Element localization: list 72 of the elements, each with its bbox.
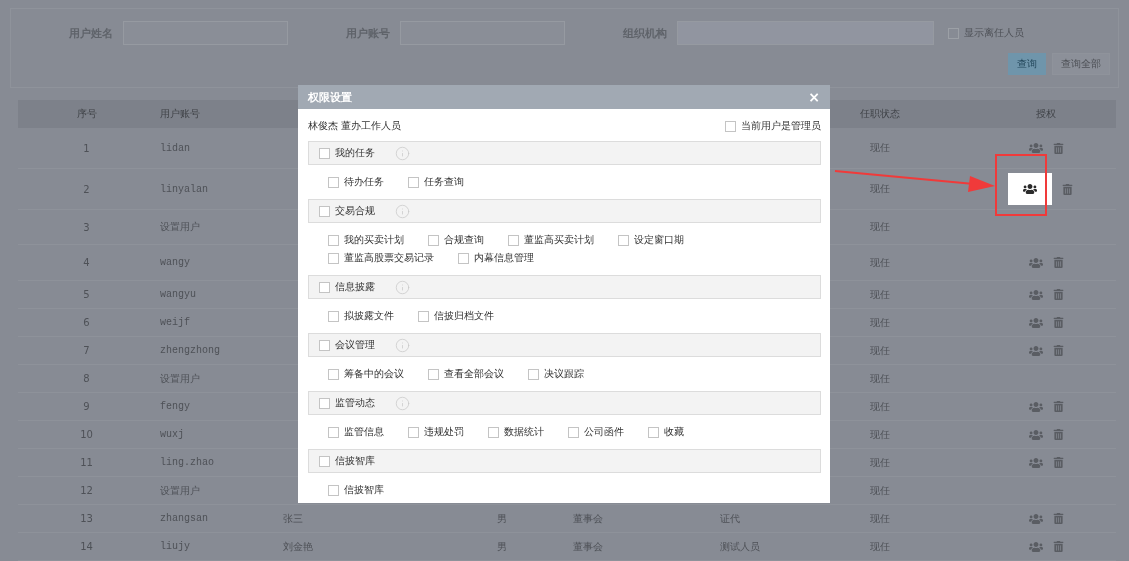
table-cell-text: 6 xyxy=(82,317,91,328)
table-cell-text: zhengzhong xyxy=(159,345,221,356)
table-cell-text: weijf xyxy=(159,317,191,328)
permission-checkbox[interactable]: 信披归档文件 xyxy=(418,309,494,323)
table-cell-text: 11 xyxy=(79,457,94,468)
table-cell-text: ling.zhao xyxy=(159,457,215,468)
table-cell-text: wangy xyxy=(159,257,191,268)
permission-checkbox[interactable]: 任务查询 xyxy=(408,175,464,189)
permission-checkbox[interactable]: 董监高买卖计划 xyxy=(508,233,594,247)
permission-checkbox[interactable]: 我的任务 xyxy=(319,146,375,160)
info-icon[interactable] xyxy=(395,395,410,411)
permission-checkbox[interactable]: 监管动态 xyxy=(319,396,375,410)
trash-icon[interactable] xyxy=(1061,183,1073,195)
table-cell-text: wangyu xyxy=(159,289,197,300)
permission-checkbox[interactable]: 筹备中的会议 xyxy=(328,367,404,381)
permission-checkbox[interactable]: 数据统计 xyxy=(488,425,544,439)
column-header: 授权 xyxy=(1035,106,1057,121)
table-cell-text: wuxj xyxy=(159,429,185,440)
user-info: 林俊杰 董办工作人员 xyxy=(308,119,402,133)
table-cell-text: zhangsan xyxy=(159,513,209,524)
trash-icon[interactable] xyxy=(1052,289,1064,300)
table-cell-text: fengy xyxy=(159,401,191,412)
trash-icon[interactable] xyxy=(1052,257,1064,268)
permission-checkbox[interactable]: 会议管理 xyxy=(319,338,375,352)
permission-checkbox[interactable]: 设定窗口期 xyxy=(618,233,684,247)
table-cell-text: 9 xyxy=(82,401,91,412)
trash-icon[interactable] xyxy=(1052,317,1064,328)
trash-icon[interactable] xyxy=(1052,142,1064,154)
table-cell-text: 12 xyxy=(79,485,94,496)
permission-checkbox[interactable]: 待办任务 xyxy=(328,175,384,189)
trash-icon[interactable] xyxy=(1052,513,1064,524)
highlight-frame xyxy=(995,154,1047,216)
trash-icon[interactable] xyxy=(1052,429,1064,440)
info-icon[interactable] xyxy=(395,145,410,161)
table-cell-text: 10 xyxy=(79,429,94,440)
table-cell-text: linyalan xyxy=(159,183,209,195)
info-icon[interactable] xyxy=(395,279,410,295)
permission-checkbox[interactable]: 公司函件 xyxy=(568,425,624,439)
permission-checkbox[interactable]: 合规查询 xyxy=(428,233,484,247)
trash-icon[interactable] xyxy=(1052,457,1064,468)
permission-checkbox[interactable]: 查看全部会议 xyxy=(428,367,504,381)
table-cell-text: 13 xyxy=(79,513,94,524)
permission-checkbox[interactable]: 我的买卖计划 xyxy=(328,233,404,247)
trash-icon[interactable] xyxy=(1052,541,1064,552)
table-cell-text: 8 xyxy=(82,373,91,384)
info-icon[interactable] xyxy=(395,203,410,219)
table-cell-text: 4 xyxy=(82,257,91,268)
permission-checkbox[interactable]: 违规处罚 xyxy=(408,425,464,439)
table-cell-text: 2 xyxy=(82,183,91,195)
dialog-title: 权限设置 xyxy=(308,89,352,105)
permission-checkbox[interactable]: 决议跟踪 xyxy=(528,367,584,381)
permission-checkbox[interactable]: 信披智库 xyxy=(328,483,384,497)
table-cell-text: liujy xyxy=(159,541,191,552)
permission-checkbox[interactable]: 监管信息 xyxy=(328,425,384,439)
permission-checkbox[interactable]: 信息披露 xyxy=(319,280,375,294)
table-cell-text: 5 xyxy=(82,289,91,300)
table-cell-text: 14 xyxy=(79,541,94,552)
trash-icon[interactable] xyxy=(1052,401,1064,412)
table-cell-text: 3 xyxy=(82,221,91,233)
permission-checkbox[interactable]: 拟披露文件 xyxy=(328,309,394,323)
permission-checkbox[interactable]: 信披智库 xyxy=(319,454,375,468)
users-icon[interactable] xyxy=(1007,173,1052,205)
permission-checkbox[interactable]: 当前用户是管理员 xyxy=(725,119,821,133)
trash-icon[interactable] xyxy=(1052,345,1064,356)
permission-checkbox[interactable]: 内幕信息管理 xyxy=(458,251,534,265)
table-cell-text: 1 xyxy=(82,142,91,154)
permission-checkbox[interactable]: 交易合规 xyxy=(319,204,375,218)
table-cell-text: 7 xyxy=(82,345,91,356)
permission-checkbox[interactable]: 董监高股票交易记录 xyxy=(328,251,434,265)
info-icon[interactable] xyxy=(395,337,410,353)
table-cell-text: lidan xyxy=(159,142,191,154)
permission-checkbox[interactable]: 收藏 xyxy=(648,425,684,439)
